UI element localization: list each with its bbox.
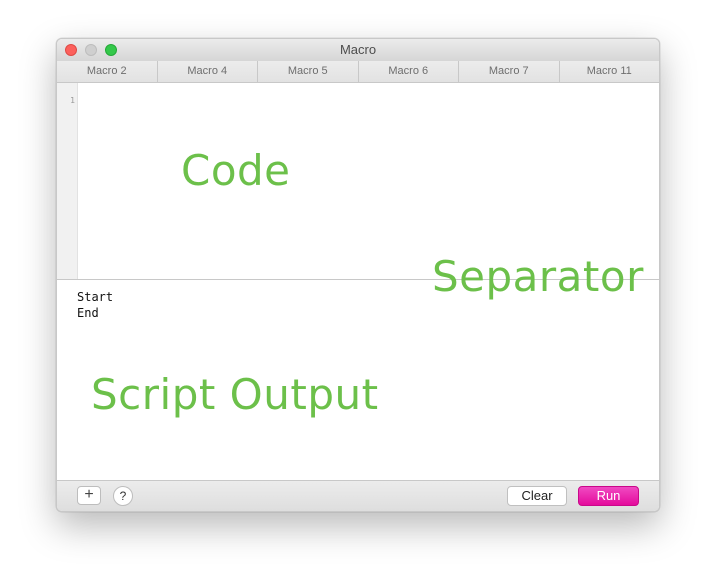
tab-macro-4[interactable]: Macro 4 xyxy=(157,61,258,82)
tab-macro-5[interactable]: Macro 5 xyxy=(258,61,359,82)
tab-macro-11[interactable]: Macro 11 xyxy=(559,61,659,82)
run-button[interactable]: Run xyxy=(578,486,639,506)
tab-macro-6[interactable]: Macro 6 xyxy=(358,61,459,82)
tab-macro-7[interactable]: Macro 7 xyxy=(459,61,560,82)
help-button[interactable]: ? xyxy=(113,486,133,506)
macro-tab-bar: Macro 2 Macro 4 Macro 5 Macro 6 Macro 7 … xyxy=(57,61,659,83)
output-line: End xyxy=(77,306,99,320)
annotation-output-label: Script Output xyxy=(91,370,379,419)
bottom-toolbar: + ? Clear Run xyxy=(57,480,659,511)
title-bar[interactable]: Macro xyxy=(57,39,659,62)
annotation-code-label: Code xyxy=(181,146,291,195)
line-number: 1 xyxy=(70,96,75,105)
line-number-gutter: 1 xyxy=(57,83,78,279)
code-editor: 1 xyxy=(57,83,659,279)
output-text: Start End xyxy=(77,289,113,321)
output-line: Start xyxy=(77,290,114,304)
code-input[interactable] xyxy=(79,83,659,279)
clear-button[interactable]: Clear xyxy=(507,486,567,506)
screenshot-stage: Macro Macro 2 Macro 4 Macro 5 Macro 6 Ma… xyxy=(0,0,714,584)
window-title: Macro xyxy=(339,42,377,57)
tab-macro-2[interactable]: Macro 2 xyxy=(57,61,158,82)
add-macro-button[interactable]: + xyxy=(77,486,101,505)
annotation-separator-label: Separator xyxy=(432,252,644,301)
